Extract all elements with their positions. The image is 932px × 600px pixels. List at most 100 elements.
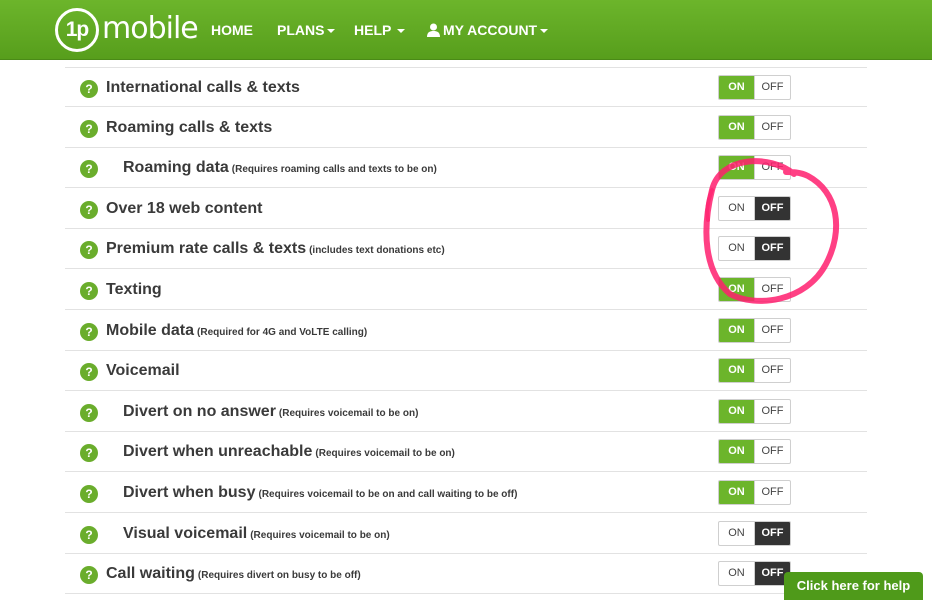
setting-row: ? Call waiting (Requires divert on busy to… (65, 554, 867, 594)
setting-row: ? Visual voicemail (Requires voicemail to … (65, 514, 867, 554)
setting-name: Visual voicemail (123, 525, 248, 542)
on-off-toggle: ON OFF (718, 358, 791, 383)
setting-label: Divert on no answer (Requires voicemail t… (123, 402, 418, 424)
question-mark-icon[interactable]: ? (80, 363, 98, 381)
setting-note: (Requires roaming calls and texts to be … (231, 164, 437, 175)
toggle-off-button[interactable]: OFF (754, 481, 790, 504)
toggle-on-button[interactable]: ON (719, 156, 754, 179)
setting-name: Over 18 web content (106, 200, 263, 217)
setting-name: Call waiting (106, 565, 195, 582)
setting-note: (Requires voicemail to be on) (278, 408, 419, 419)
question-mark-icon[interactable]: ? (80, 404, 98, 422)
toggle-off-button[interactable]: OFF (754, 278, 790, 301)
setting-label: Roaming calls & texts (106, 118, 272, 138)
toggle-on-button[interactable]: ON (719, 237, 754, 260)
toggle-on-button[interactable]: ON (719, 197, 754, 220)
setting-note: (includes text donations etc) (309, 245, 445, 256)
logo-mark: 1p (55, 8, 99, 52)
setting-label: Premium rate calls & texts (includes text… (106, 239, 445, 261)
on-off-toggle: ON OFF (718, 236, 791, 261)
toggle-off-button[interactable]: OFF (754, 116, 790, 139)
toggle-on-button[interactable]: ON (719, 278, 754, 301)
nav-home[interactable]: HOME (211, 21, 253, 39)
nav-help[interactable]: HELP (354, 21, 406, 39)
question-mark-icon[interactable]: ? (80, 241, 98, 259)
chevron-down-icon (540, 29, 549, 34)
toggle-off-button[interactable]: OFF (754, 76, 790, 99)
setting-label: Visual voicemail (Requires voicemail to b… (123, 524, 390, 546)
toggle-off-button[interactable]: OFF (754, 319, 790, 342)
nav-my-account[interactable]: MY ACCOUNT (427, 21, 549, 39)
setting-label: Mobile data (Required for 4G and VoLTE ca… (106, 321, 367, 343)
nav-help-label: HELP (354, 22, 392, 38)
question-mark-icon[interactable]: ? (80, 444, 98, 462)
setting-name: International calls & texts (106, 79, 300, 96)
setting-row: ? Premium rate calls & texts (includes tex… (65, 229, 867, 269)
setting-note: (Requires voicemail to be on) (315, 448, 455, 459)
toggle-off-button[interactable]: OFF (754, 197, 790, 220)
question-mark-icon[interactable]: ? (80, 201, 98, 219)
setting-name: Divert on no answer (123, 403, 276, 420)
nav-my-account-label: MY ACCOUNT (443, 22, 538, 38)
toggle-off-button[interactable]: OFF (754, 156, 790, 179)
setting-label: Divert when unreachable (Requires voicema… (123, 442, 455, 464)
help-button[interactable]: Click here for help (784, 572, 923, 600)
setting-name: Roaming data (123, 159, 229, 176)
question-mark-icon[interactable]: ? (80, 323, 98, 341)
on-off-toggle: ON OFF (718, 439, 791, 464)
question-mark-icon[interactable]: ? (80, 526, 98, 544)
user-icon (427, 23, 440, 37)
brand-logo[interactable]: 1p mobile (55, 8, 199, 52)
setting-note: (Requires divert on busy to be off) (197, 570, 361, 581)
on-off-toggle: ON OFF (718, 277, 791, 302)
logo-word: mobile (102, 11, 199, 46)
question-mark-icon[interactable]: ? (80, 80, 98, 98)
setting-row: ? Divert on no answer (Requires voicemail … (65, 392, 867, 432)
setting-label: Texting (106, 280, 162, 300)
on-off-toggle: ON OFF (718, 115, 791, 140)
nav-plans-label: PLANS (277, 22, 325, 38)
on-off-toggle: ON OFF (718, 561, 791, 586)
setting-name: Voicemail (106, 362, 180, 379)
on-off-toggle: ON OFF (718, 521, 791, 546)
question-mark-icon[interactable]: ? (80, 160, 98, 178)
question-mark-icon[interactable]: ? (80, 485, 98, 503)
toggle-on-button[interactable]: ON (719, 562, 754, 585)
setting-note: (Requires voicemail to be on and call wa… (258, 489, 518, 500)
setting-label: Voicemail (106, 361, 180, 381)
on-off-toggle: ON OFF (718, 155, 791, 180)
setting-label: Divert when busy (Requires voicemail to b… (123, 483, 517, 505)
nav-home-label: HOME (211, 22, 253, 38)
setting-row: ? Roaming data (Requires roaming calls and… (65, 148, 867, 188)
question-mark-icon[interactable]: ? (80, 120, 98, 138)
setting-name: Premium rate calls & texts (106, 240, 307, 257)
chevron-down-icon (327, 29, 336, 34)
toggle-on-button[interactable]: ON (719, 440, 754, 463)
setting-row: ? Voicemail ON OFF (65, 351, 867, 391)
setting-row: ? Over 18 web content ON OFF (65, 189, 867, 229)
toggle-on-button[interactable]: ON (719, 522, 754, 545)
setting-label: International calls & texts (106, 78, 300, 98)
toggle-on-button[interactable]: ON (719, 76, 754, 99)
toggle-on-button[interactable]: ON (719, 481, 754, 504)
setting-row: ? Divert when unreachable (Requires voicem… (65, 432, 867, 472)
toggle-off-button[interactable]: OFF (754, 237, 790, 260)
toggle-on-button[interactable]: ON (719, 359, 754, 382)
on-off-toggle: ON OFF (718, 318, 791, 343)
nav-plans[interactable]: PLANS (277, 21, 336, 39)
setting-name: Divert when busy (123, 484, 256, 501)
setting-row: ? Roaming calls & texts ON OFF (65, 108, 867, 148)
toggle-off-button[interactable]: OFF (754, 359, 790, 382)
toggle-off-button[interactable]: OFF (754, 522, 790, 545)
on-off-toggle: ON OFF (718, 399, 791, 424)
toggle-on-button[interactable]: ON (719, 400, 754, 423)
question-mark-icon[interactable]: ? (80, 566, 98, 584)
question-mark-icon[interactable]: ? (80, 282, 98, 300)
toggle-off-button[interactable]: OFF (754, 440, 790, 463)
toggle-on-button[interactable]: ON (719, 319, 754, 342)
setting-row: ? Mobile data (Required for 4G and VoLTE c… (65, 311, 867, 351)
toggle-on-button[interactable]: ON (719, 116, 754, 139)
setting-label: Call waiting (Requires divert on busy to … (106, 564, 361, 586)
setting-label: Roaming data (Requires roaming calls and … (123, 158, 437, 180)
toggle-off-button[interactable]: OFF (754, 400, 790, 423)
